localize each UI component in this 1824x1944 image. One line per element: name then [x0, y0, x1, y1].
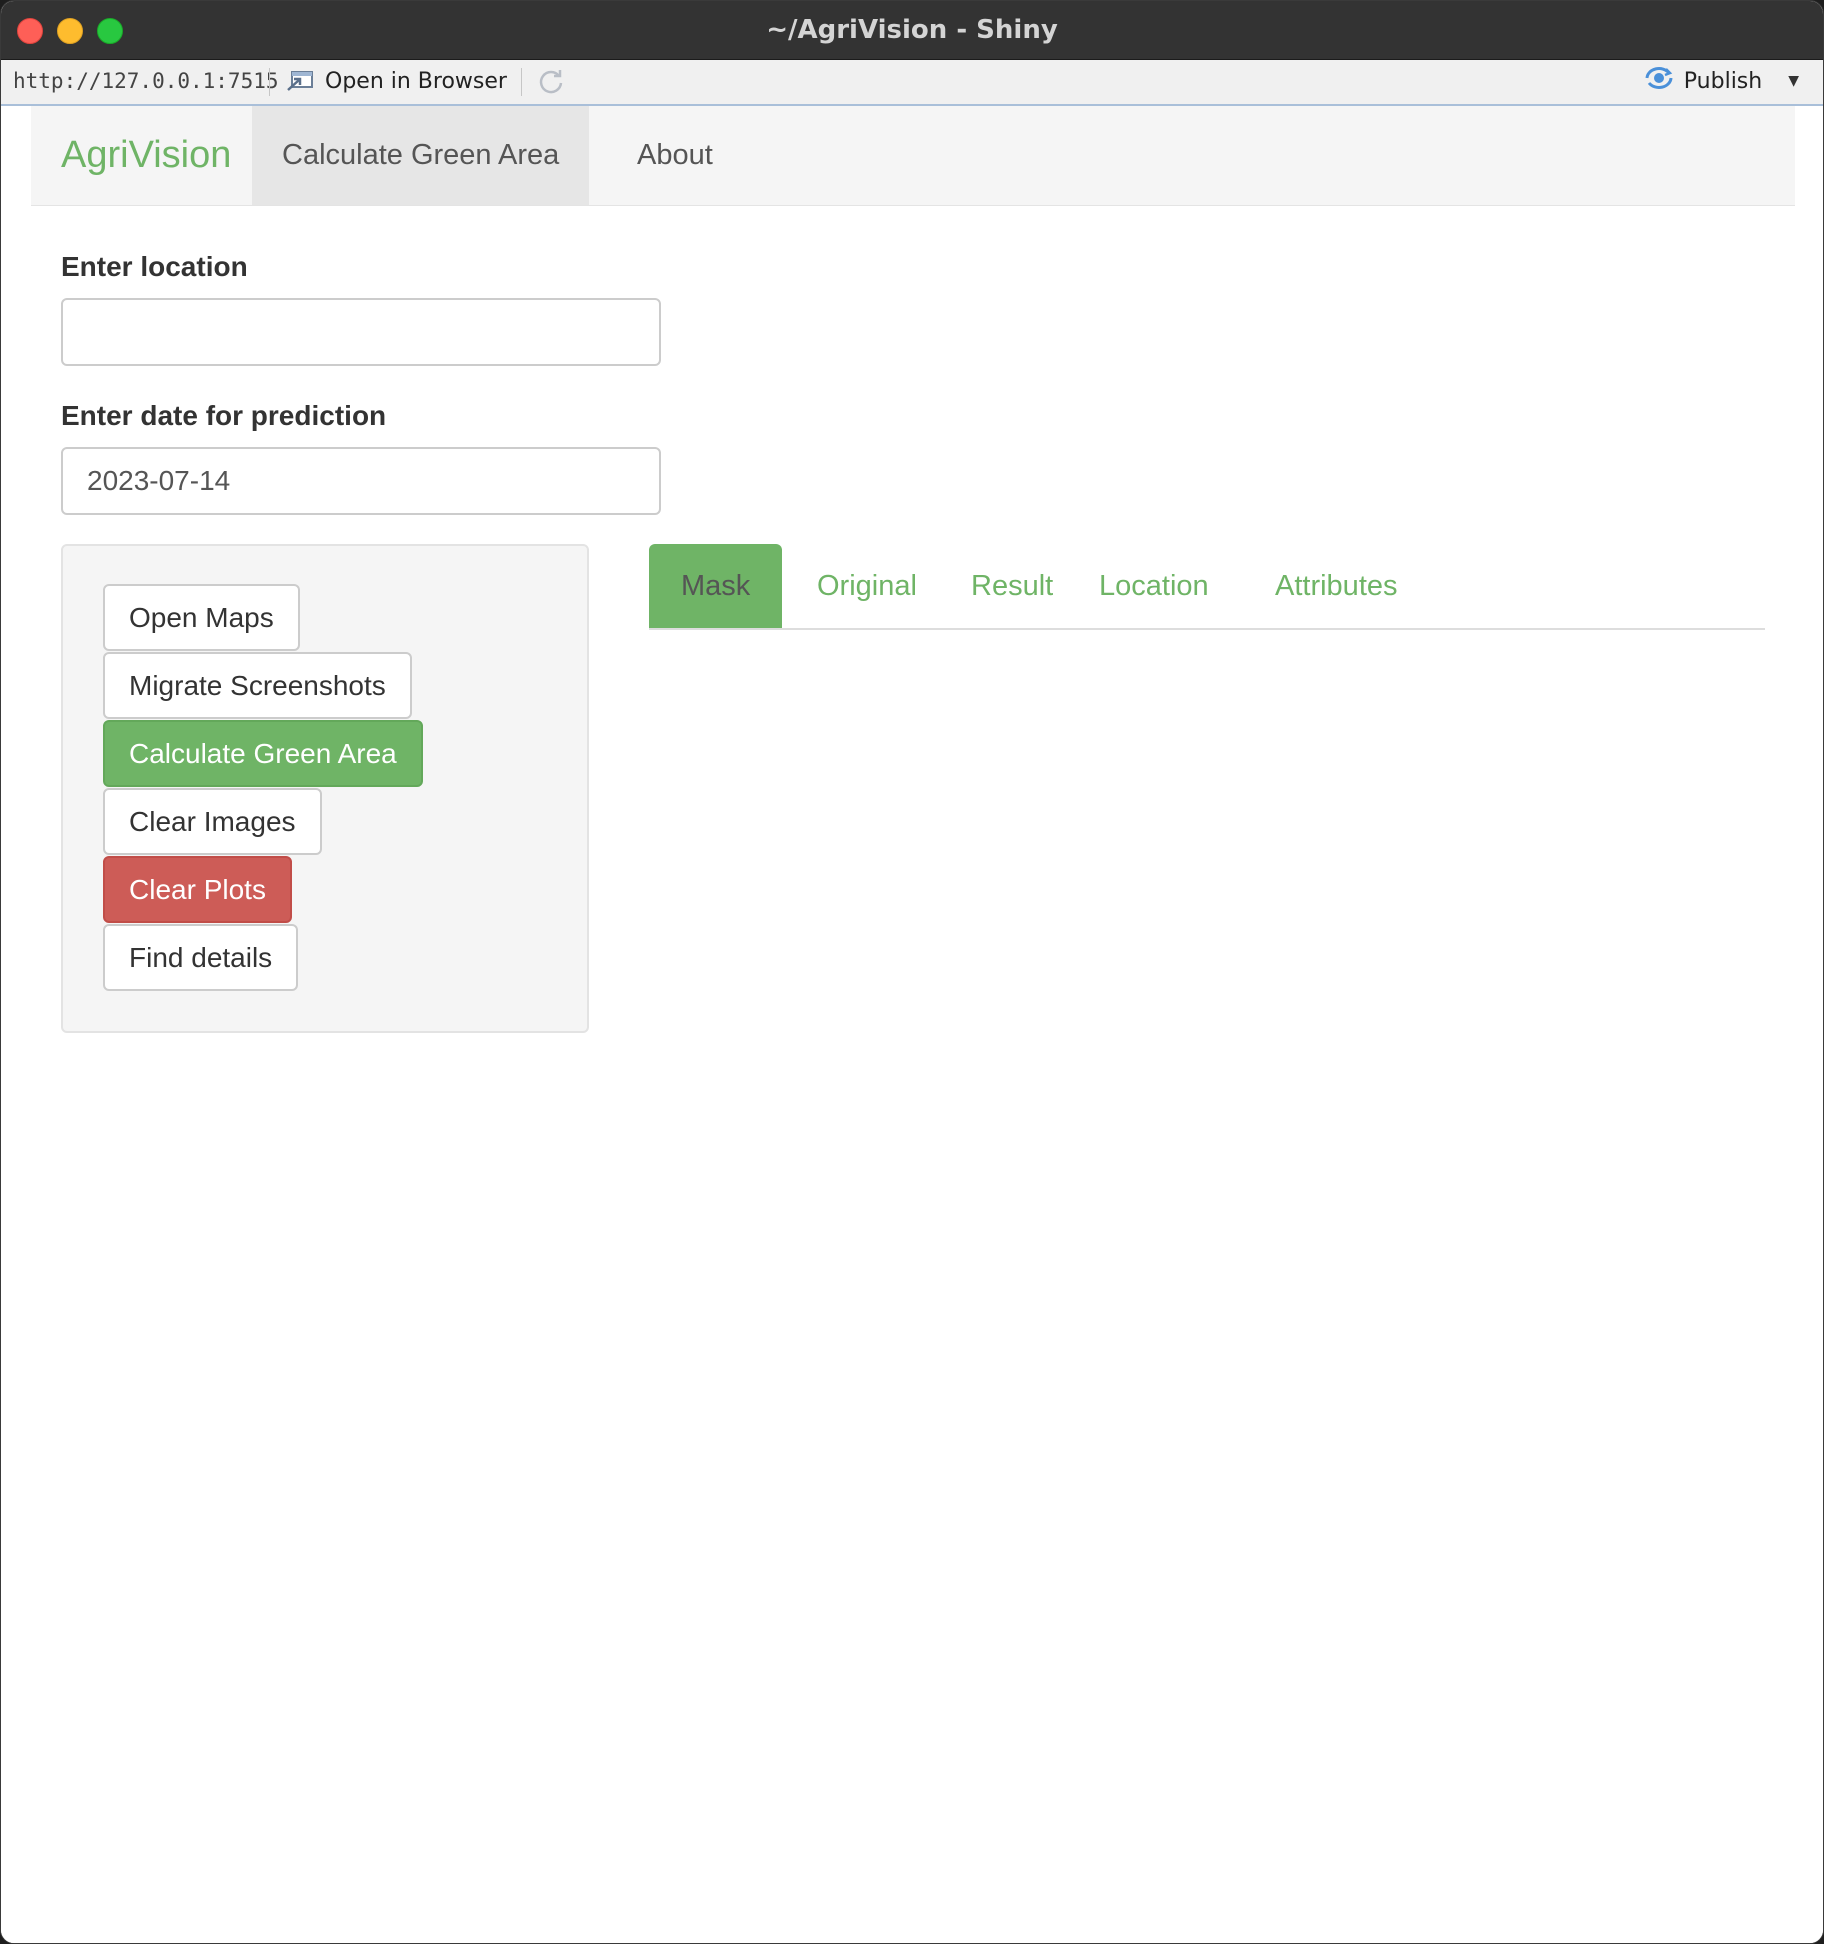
find-details-button[interactable]: Find details [103, 924, 299, 991]
result-tabs: Mask Original Result Location Attributes [649, 544, 1765, 630]
date-label: Enter date for prediction [61, 400, 387, 431]
calculate-green-area-button[interactable]: Calculate Green Area [103, 720, 423, 787]
publish-icon [1642, 64, 1676, 98]
tab-original[interactable]: Original [785, 544, 949, 628]
window-title: ~/AgriVision - Shiny [766, 15, 1058, 45]
date-input[interactable] [61, 447, 661, 515]
title-bar: ~/AgriVision - Shiny [1, 1, 1823, 60]
caret-down-icon[interactable]: ▼ [1788, 73, 1799, 89]
migrate-screenshots-button[interactable]: Migrate Screenshots [103, 652, 412, 719]
refresh-button[interactable] [535, 66, 567, 98]
toolbar-separator [269, 68, 270, 96]
publish-button[interactable]: Publish ▼ [1642, 60, 1799, 102]
url-display: http://127.0.0.1:7515 [13, 69, 279, 93]
tab-location[interactable]: Location [1067, 544, 1241, 628]
navbar: AgriVision Calculate Green Area About [31, 106, 1795, 206]
nav-tab-about[interactable]: About [607, 106, 743, 205]
clear-plots-button[interactable]: Clear Plots [103, 856, 292, 923]
location-input[interactable] [61, 298, 661, 366]
open-in-browser-button[interactable]: Open in Browser [285, 60, 507, 102]
nav-tab-calculate-green-area[interactable]: Calculate Green Area [252, 106, 590, 205]
app-window: ~/AgriVision - Shiny http://127.0.0.1:75… [0, 0, 1824, 1944]
tab-result[interactable]: Result [939, 544, 1085, 628]
location-label: Enter location [61, 251, 248, 282]
tab-attributes[interactable]: Attributes [1243, 544, 1430, 628]
viewer-toolbar: http://127.0.0.1:7515 Open in Browser Pu… [1, 60, 1823, 106]
open-maps-button[interactable]: Open Maps [103, 584, 300, 651]
navbar-brand[interactable]: AgriVision [61, 106, 231, 205]
toolbar-separator [521, 68, 522, 96]
open-in-browser-icon [285, 68, 315, 94]
open-in-browser-label: Open in Browser [325, 68, 507, 94]
sidebar-panel: Open Maps Migrate Screenshots Calculate … [61, 544, 589, 1033]
refresh-icon [535, 70, 567, 104]
publish-label: Publish [1683, 68, 1763, 94]
tab-mask[interactable]: Mask [649, 544, 783, 628]
clear-images-button[interactable]: Clear Images [103, 788, 322, 855]
shiny-app: AgriVision Calculate Green Area About En… [1, 106, 1823, 1943]
